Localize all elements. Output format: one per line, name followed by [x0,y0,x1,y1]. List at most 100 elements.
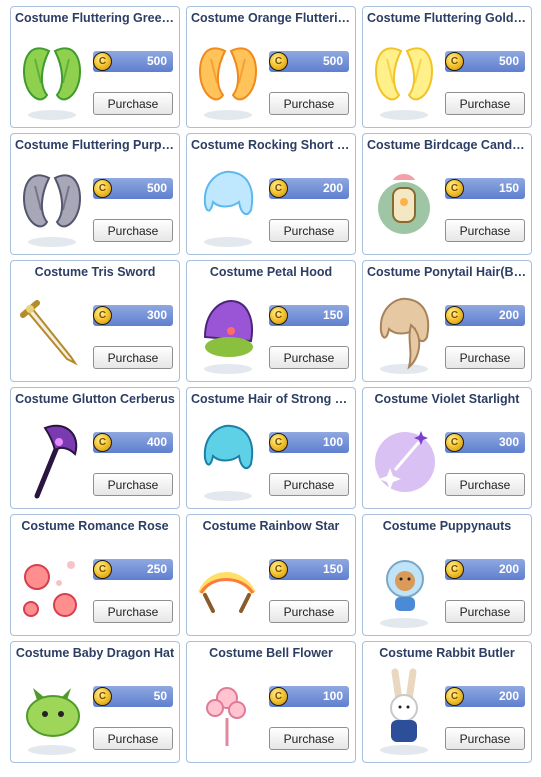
item-card: Costume Rainbow Star C 150 Purchase [186,514,356,636]
purchase-button[interactable]: Purchase [445,600,525,623]
price-value: 250 [146,562,167,576]
price-value: 100 [322,435,343,449]
price-value: 500 [146,181,167,195]
price-value: 50 [153,689,167,703]
purchase-button[interactable]: Purchase [445,473,525,496]
price-value: 500 [146,54,167,68]
item-card: Costume Fluttering Purple ... C 500 Purchas… [10,133,180,255]
purchase-button[interactable]: Purchase [445,727,525,750]
coin-icon: C [93,179,112,198]
price-value: 200 [498,308,519,322]
purchase-button[interactable]: Purchase [269,92,349,115]
violet-starlight-icon [367,412,441,504]
green-wings-icon [15,31,89,123]
purchase-button[interactable]: Purchase [93,92,173,115]
purchase-button[interactable]: Purchase [269,600,349,623]
item-name: Costume Birdcage Candle H... [367,138,527,152]
price-bar: C 400 [93,432,173,453]
item-card: Costume Rabbit Butler C 200 Purchase [362,641,532,763]
purchase-button[interactable]: Purchase [445,346,525,369]
coin-icon: C [269,306,288,325]
coin-icon: C [269,433,288,452]
item-name: Costume Rainbow Star [202,519,340,533]
item-name: Costume Fluttering Purple ... [15,138,175,152]
purchase-button[interactable]: Purchase [445,92,525,115]
item-name: Costume Rocking Short (Lig... [191,138,351,152]
price-bar: C 500 [93,178,173,199]
purchase-button[interactable]: Purchase [93,219,173,242]
item-name: Costume Hair of Strong (Blue) [191,392,351,406]
price-bar: C 300 [93,305,173,326]
item-name: Costume Fluttering Gold Wi... [367,11,527,25]
rabbit-butler-icon [367,666,441,758]
coin-icon: C [445,179,464,198]
coin-icon: C [93,306,112,325]
price-bar: C 500 [93,51,173,72]
price-bar: C 150 [445,178,525,199]
item-name: Costume Bell Flower [209,646,333,660]
purchase-button[interactable]: Purchase [269,727,349,750]
price-value: 200 [498,689,519,703]
birdcage-candle-icon [367,158,441,250]
coin-icon: C [269,687,288,706]
price-bar: C 200 [445,305,525,326]
item-name: Costume Fluttering Green ... [15,11,175,25]
price-value: 150 [322,308,343,322]
item-name: Costume Baby Dragon Hat [15,646,175,660]
coin-icon: C [93,687,112,706]
coin-icon: C [445,433,464,452]
purchase-button[interactable]: Purchase [93,473,173,496]
item-card: Costume Petal Hood C 150 Purchase [186,260,356,382]
item-card: Costume Rocking Short (Lig... C 200 Purchas… [186,133,356,255]
item-name: Costume Ponytail Hair(Brow... [367,265,527,279]
item-card: Costume Violet Starlight C 300 Purchase [362,387,532,509]
bell-flower-icon [191,666,265,758]
item-card: Costume Puppynauts C 200 Purchase [362,514,532,636]
coin-icon: C [445,52,464,71]
purchase-button[interactable]: Purchase [93,600,173,623]
price-bar: C 200 [445,686,525,707]
price-bar: C 100 [269,686,349,707]
purchase-button[interactable]: Purchase [445,219,525,242]
item-name: Costume Glutton Cerberus [15,392,175,406]
purchase-button[interactable]: Purchase [93,727,173,750]
item-name: Costume Violet Starlight [374,392,520,406]
price-value: 150 [498,181,519,195]
purchase-button[interactable]: Purchase [269,473,349,496]
coin-icon: C [445,560,464,579]
item-card: Costume Bell Flower C 100 Purchase [186,641,356,763]
coin-icon: C [445,306,464,325]
item-card: Costume Baby Dragon Hat C 50 Purchase [10,641,180,763]
item-card: Costume Glutton Cerberus C 400 Purchase [10,387,180,509]
price-bar: C 150 [269,559,349,580]
petal-hood-icon [191,285,265,377]
price-value: 100 [322,689,343,703]
baby-dragon-icon [15,666,89,758]
price-bar: C 50 [93,686,173,707]
rainbow-star-icon [191,539,265,631]
price-bar: C 250 [93,559,173,580]
price-value: 500 [322,54,343,68]
item-name: Costume Tris Sword [34,265,156,279]
price-bar: C 100 [269,432,349,453]
purple-wings-icon [15,158,89,250]
purchase-button[interactable]: Purchase [93,346,173,369]
coin-icon: C [269,179,288,198]
purchase-button[interactable]: Purchase [269,219,349,242]
item-name: Costume Petal Hood [209,265,333,279]
item-card: Costume Hair of Strong (Blue) C 100 Purchas… [186,387,356,509]
price-value: 400 [146,435,167,449]
item-card: Costume Tris Sword C 300 Purchase [10,260,180,382]
coin-icon: C [93,433,112,452]
orange-wings-icon [191,31,265,123]
purchase-button[interactable]: Purchase [269,346,349,369]
light-blue-hair-icon [191,158,265,250]
item-card: Costume Fluttering Gold Wi... C 500 Purchas… [362,6,532,128]
item-card: Costume Orange Fluttering ... C 500 Purchas… [186,6,356,128]
price-bar: C 300 [445,432,525,453]
price-value: 200 [498,562,519,576]
price-value: 500 [498,54,519,68]
price-value: 300 [146,308,167,322]
price-value: 150 [322,562,343,576]
coin-icon: C [269,52,288,71]
